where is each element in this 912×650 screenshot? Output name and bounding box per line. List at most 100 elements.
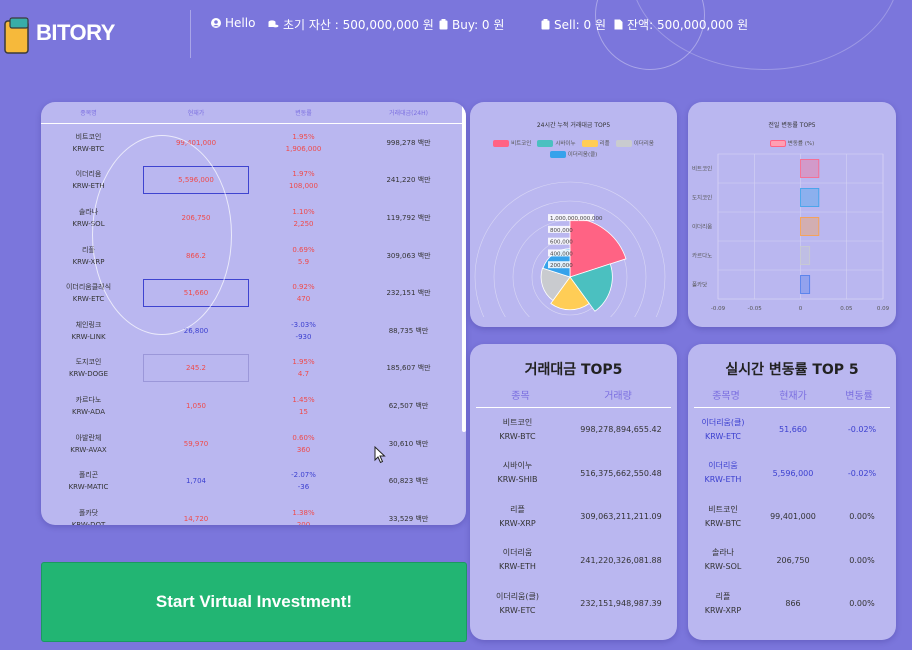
- table-row[interactable]: 비트코인 KRW-BTC 99,401,000 0.00%: [688, 495, 896, 539]
- coin-name: 이더리움: [708, 461, 738, 471]
- legend-item[interactable]: 이더리움(클): [549, 150, 598, 158]
- current-price: 14,720: [183, 514, 209, 523]
- coin-row[interactable]: 체인링크 KRW-LINK 26,800 -3.03% -930 88,735 백만: [41, 312, 466, 350]
- table-row[interactable]: 시바이누 KRW-SHIB 516,375,662,550.48: [470, 452, 677, 496]
- header-divider: [190, 10, 191, 58]
- coin-row[interactable]: 이더리움 KRW-ETH 5,596,000 1.97% 108,000 241,220 …: [41, 162, 466, 200]
- x-tick-label: 0.09: [877, 306, 890, 312]
- column-header: 현재가: [779, 391, 807, 402]
- clipboard-icon: [439, 19, 448, 30]
- coin-row[interactable]: 아발란체 KRW-AVAX 59,970 0.60% 360 30,610 백만: [41, 425, 466, 463]
- current-price: 866.2: [185, 251, 207, 260]
- legend-label: 시바이누: [555, 141, 576, 147]
- coin-row[interactable]: 폴카닷 KRW-DOT 14,720 1.38% 200 33,529 백만: [41, 500, 466, 525]
- change-rate: 1.10%: [292, 207, 315, 216]
- tick-label: 600,000: [550, 240, 573, 246]
- change-cell: 1.10% 2,250: [256, 206, 351, 230]
- coin-name: 시바이누: [502, 461, 533, 471]
- top-header: BITORY Hello 초기 자산 : 500,000,000 원 Buy: …: [0, 0, 912, 62]
- coin-row[interactable]: 솔라나 KRW-SOL 206,750 1.10% 2,250 119,792 백만: [41, 199, 466, 237]
- coin-code: KRW-SOL: [72, 219, 105, 228]
- column-header[interactable]: 거래대금(24H): [351, 108, 466, 117]
- bar[interactable]: [800, 246, 811, 265]
- column-header: 거래량: [604, 391, 632, 402]
- coin-row[interactable]: 폴리곤 KRW-MATIC 1,704 -2.07% -36 60,823 백만: [41, 462, 466, 500]
- coin-table-header: 종목명 현재가 변동률 거래대금(24H): [41, 102, 466, 124]
- chart-title: 전일 변동률 TOP5: [768, 122, 816, 129]
- coin-name-cell: 폴리곤 KRW-MATIC: [41, 469, 136, 493]
- coin-row[interactable]: 도지코인 KRW-DOGE 245.2 1.95% 4.7 185,607 백만: [41, 350, 466, 388]
- table-header: 종목 거래량: [476, 387, 671, 408]
- column-header[interactable]: 종목명: [41, 108, 136, 117]
- wallet-logo-icon: [4, 17, 29, 54]
- table-row[interactable]: 이더리움(클) KRW-ETC 232,151,948,987.39: [470, 582, 677, 626]
- coin-name-cell: 시바이누 KRW-SHIB: [470, 459, 565, 487]
- coin-code: KRW-SOL: [704, 562, 742, 572]
- brand-logo-text[interactable]: BITORY: [36, 20, 115, 46]
- coin-name-cell: 비트코인 KRW-BTC: [41, 131, 136, 155]
- coin-list-panel[interactable]: 종목명 현재가 변동률 거래대금(24H) 비트코인 KRW-BTC 99,401,…: [41, 102, 466, 525]
- trade-volume: 60,823 백만: [388, 477, 429, 486]
- current-price: 206,750: [181, 213, 211, 222]
- column-header: 종목명: [712, 391, 740, 402]
- bar[interactable]: [800, 188, 820, 207]
- coin-code: KRW-ETH: [72, 182, 105, 191]
- legend-item[interactable]: 이더리움: [615, 139, 654, 147]
- trade-volume: 33,529 백만: [388, 514, 429, 523]
- legend-item[interactable]: 리플: [581, 139, 610, 147]
- current-price: 206,750: [776, 555, 810, 565]
- coin-row[interactable]: 리플 KRW-XRP 866.2 0.69% 5.9 309,063 백만: [41, 237, 466, 275]
- balance: 잔액: 500,000,000 원: [614, 16, 748, 33]
- bar[interactable]: [800, 275, 811, 294]
- coin-name-cell: 체인링크 KRW-LINK: [41, 319, 136, 343]
- hello-user: Hello: [211, 16, 255, 30]
- table-row[interactable]: 이더리움 KRW-ETH 5,596,000 -0.02%: [688, 452, 896, 496]
- legend-item[interactable]: 시바이누: [537, 139, 576, 147]
- column-header[interactable]: 변동률: [256, 108, 351, 117]
- current-price: 51,660: [143, 279, 249, 308]
- coin-name: 이더리움: [75, 170, 102, 179]
- tick-label: 1,000,000,000,000: [550, 216, 603, 222]
- coin-code: KRW-AVAX: [70, 445, 107, 454]
- current-price: 59,970: [183, 439, 209, 448]
- trade-volume: 88,735 백만: [388, 326, 429, 335]
- table-row[interactable]: 비트코인 KRW-BTC 998,278,894,655.42: [470, 408, 677, 452]
- legend-item[interactable]: 비트코인: [493, 139, 531, 147]
- change-cell: 1.45% 15: [256, 394, 351, 418]
- coin-code: KRW-SHIB: [497, 475, 538, 485]
- coin-row[interactable]: 비트코인 KRW-BTC 99,401,000 1.95% 1,906,000 998,2…: [41, 124, 466, 162]
- tick-label: 800,000: [550, 228, 573, 234]
- coin-row[interactable]: 이더리움클래식 KRW-ETC 51,660 0.92% 470 232,151 백만: [41, 274, 466, 312]
- panel-title: 거래대금 TOP5: [524, 362, 623, 378]
- column-header[interactable]: 현재가: [136, 108, 256, 117]
- trade-volume: 30,610 백만: [388, 439, 429, 448]
- table-row[interactable]: 이더리움 KRW-ETH 241,220,326,081.88: [470, 539, 677, 583]
- table-row[interactable]: 솔라나 KRW-SOL 206,750 0.00%: [688, 539, 896, 583]
- coin-name-cell: 이더리움(클) KRW-ETC: [688, 416, 758, 444]
- start-virtual-investment-button[interactable]: Start Virtual Investment!: [41, 562, 467, 642]
- change-rate: 1.95%: [292, 358, 315, 367]
- change-rate: 0.92%: [292, 283, 315, 292]
- change-rate: 1.95%: [292, 132, 315, 141]
- coin-name-cell: 비트코인 KRW-BTC: [470, 416, 565, 444]
- bar[interactable]: [800, 217, 820, 236]
- coin-name-cell: 이더리움 KRW-ETH: [470, 546, 565, 574]
- table-row[interactable]: 리플 KRW-XRP 309,063,211,211.09: [470, 495, 677, 539]
- legend-label: 이더리움(클): [567, 152, 598, 158]
- current-price: 99,401,000: [770, 512, 816, 522]
- legend-label: 비트코인: [511, 141, 532, 147]
- change-rate: -2.07%: [291, 471, 316, 480]
- change-rate: 1.45%: [292, 395, 315, 404]
- legend-swatch: [581, 139, 598, 147]
- table-row[interactable]: 리플 KRW-XRP 866 0.00%: [688, 582, 896, 626]
- coin-name: 이더리움클래식: [65, 283, 112, 292]
- change-cell: 1.95% 4.7: [256, 356, 351, 380]
- tick-label-group: 600,000: [548, 237, 573, 246]
- scrollbar[interactable]: [462, 102, 466, 432]
- coin-code: KRW-XRP: [704, 605, 742, 615]
- table-row[interactable]: 이더리움(클) KRW-ETC 51,660 -0.02%: [688, 408, 896, 452]
- coin-row[interactable]: 카르다노 KRW-ADA 1,050 1.45% 15 62,507 백만: [41, 387, 466, 425]
- price-cell: 866.2: [136, 243, 256, 269]
- bar[interactable]: [800, 159, 820, 178]
- change-rate: 0.60%: [292, 433, 315, 442]
